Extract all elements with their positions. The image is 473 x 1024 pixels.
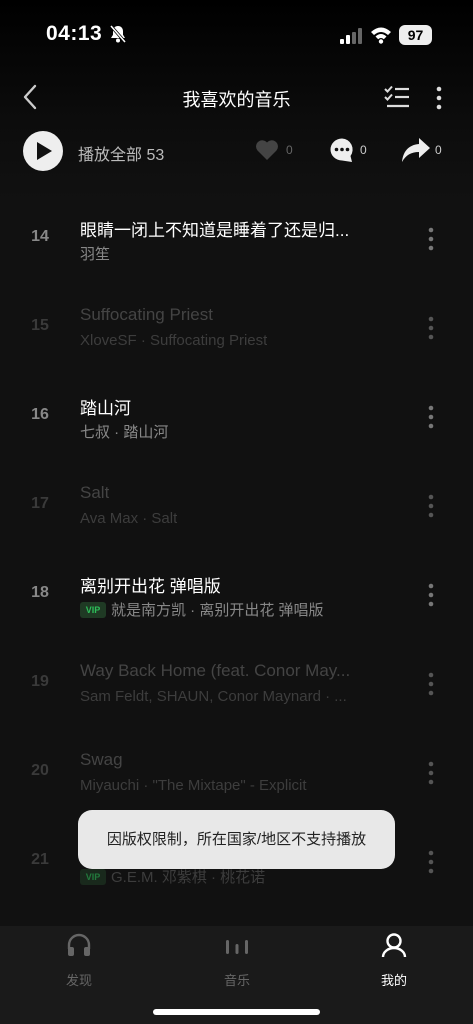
- status-bar: 04:13 97: [0, 0, 473, 70]
- more-vertical-icon[interactable]: [432, 85, 446, 111]
- song-artist-album: Sam Feldt, SHAUN, Conor Maynard · ...: [80, 688, 347, 705]
- song-more-icon[interactable]: [423, 493, 439, 519]
- headphones-icon: [67, 933, 91, 956]
- tab-discover[interactable]: 发现: [39, 932, 119, 988]
- tab-music[interactable]: 音乐: [197, 932, 277, 988]
- like-count: 0: [286, 143, 293, 157]
- song-subtitle: Sam Feldt, SHAUN, Conor Maynard · ...: [80, 688, 347, 705]
- status-time: 04:13: [46, 22, 103, 45]
- copyright-toast: 因版权限制，所在国家/地区不支持播放: [78, 810, 395, 869]
- person-icon: [381, 933, 407, 958]
- song-more-icon[interactable]: [423, 582, 439, 608]
- tab-label: 发现: [65, 973, 92, 988]
- tab-label: 音乐: [223, 973, 250, 988]
- share-count: 0: [435, 143, 442, 157]
- wifi-icon: [371, 27, 391, 44]
- nav-bar: 我喜欢的音乐: [0, 70, 473, 125]
- song-artist-album: 羽笙: [80, 246, 111, 263]
- song-title: 眼睛一闭上不知道是睡着了还是归...: [80, 221, 350, 240]
- song-artist-album: Ava Max · Salt: [80, 510, 178, 527]
- bell-muted-icon: [109, 25, 127, 43]
- song-subtitle: Miyauchi · "The Mixtape" - Explicit: [80, 777, 307, 794]
- song-more-icon[interactable]: [423, 671, 439, 697]
- song-more-icon[interactable]: [423, 315, 439, 341]
- song-more-icon[interactable]: [423, 226, 439, 252]
- song-row[interactable]: 18 离别开出花 弹唱版 VIP 就是南方凯 · 离别开出花 弹唱版: [0, 550, 473, 639]
- song-number: 16: [31, 406, 49, 423]
- song-more-icon[interactable]: [423, 404, 439, 430]
- comment-count: 0: [360, 143, 367, 157]
- song-artist-album: G.E.M. 邓紫棋 · 桃花诺: [111, 869, 266, 886]
- song-artist-album: XloveSF · Suffocating Priest: [80, 332, 268, 349]
- song-title: 离别开出花 弹唱版: [80, 577, 221, 596]
- song-row[interactable]: 15 Suffocating Priest XloveSF · Suffocat…: [0, 283, 473, 372]
- comment-icon[interactable]: [329, 137, 355, 163]
- song-subtitle: 七叔 · 踏山河: [80, 421, 168, 442]
- vip-badge: VIP: [80, 869, 106, 885]
- song-subtitle: XloveSF · Suffocating Priest: [80, 332, 267, 349]
- song-more-icon[interactable]: [423, 760, 439, 786]
- cellular-signal-icon: [340, 28, 362, 44]
- tab-label: 我的: [380, 973, 407, 988]
- song-subtitle: VIP G.E.M. 邓紫棋 · 桃花诺: [80, 866, 265, 887]
- song-title: Way Back Home (feat. Conor May...: [80, 661, 351, 680]
- music-bars-icon: [226, 940, 248, 954]
- song-number: 17: [31, 495, 49, 512]
- song-title: Suffocating Priest: [80, 305, 213, 324]
- multi-select-list-icon[interactable]: [384, 85, 410, 109]
- battery-indicator: 97: [399, 25, 432, 45]
- song-subtitle: 羽笙: [80, 243, 110, 264]
- song-number: 14: [31, 228, 49, 245]
- song-artist-album: 七叔 · 踏山河: [80, 424, 169, 441]
- share-arrow-icon[interactable]: [401, 137, 431, 163]
- song-row[interactable]: 20 Swag Miyauchi · "The Mixtape" - Expli…: [0, 728, 473, 817]
- play-all-button[interactable]: [23, 131, 63, 171]
- play-all-bar: 播放全部 53 0 0 0: [0, 128, 473, 174]
- song-row[interactable]: 19 Way Back Home (feat. Conor May... Sam…: [0, 639, 473, 728]
- vip-badge: VIP: [80, 602, 106, 618]
- song-row[interactable]: 17 Salt Ava Max · Salt: [0, 461, 473, 550]
- song-more-icon[interactable]: [423, 849, 439, 875]
- song-row[interactable]: 14 眼睛一闭上不知道是睡着了还是归... 羽笙: [0, 194, 473, 283]
- home-indicator: [153, 1009, 320, 1015]
- song-artist-album: 就是南方凯 · 离别开出花 弹唱版: [111, 602, 324, 619]
- song-row[interactable]: 16 踏山河 七叔 · 踏山河: [0, 372, 473, 461]
- song-subtitle: Ava Max · Salt: [80, 510, 177, 527]
- song-artist-album: Miyauchi · "The Mixtape" - Explicit: [80, 777, 307, 794]
- song-title: Swag: [80, 750, 123, 769]
- song-number: 18: [31, 584, 49, 601]
- song-number: 20: [31, 762, 49, 779]
- play-all-label[interactable]: 播放全部 53: [78, 141, 164, 165]
- song-subtitle: VIP 就是南方凯 · 离别开出花 弹唱版: [80, 599, 324, 620]
- song-title: 踏山河: [80, 399, 131, 418]
- heart-icon[interactable]: [255, 139, 279, 161]
- song-number: 15: [31, 317, 49, 334]
- song-title: Salt: [80, 483, 110, 502]
- song-number: 21: [31, 851, 49, 868]
- tab-mine[interactable]: 我的: [354, 932, 434, 988]
- song-number: 19: [31, 673, 49, 690]
- play-icon: [37, 142, 52, 160]
